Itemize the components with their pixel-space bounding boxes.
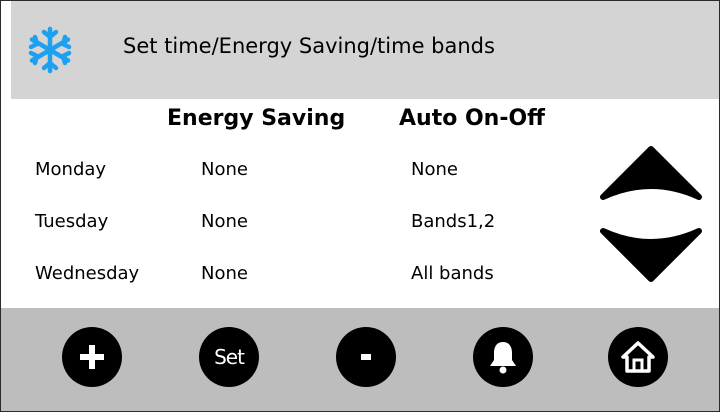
bell-icon <box>490 342 516 374</box>
column-header-energy-saving: Energy Saving <box>167 106 346 131</box>
plus-icon <box>80 345 104 369</box>
row-day-wednesday: Wednesday <box>35 263 140 284</box>
chevron-up-icon[interactable] <box>599 141 703 205</box>
snowflake-icon <box>28 26 72 74</box>
row-energy-saving-wednesday[interactable]: None <box>201 263 248 284</box>
minus-icon <box>361 354 371 360</box>
row-energy-saving-monday[interactable]: None <box>201 159 248 180</box>
column-header-auto-on-off: Auto On-Off <box>399 106 545 131</box>
screen-frame: Set time/Energy Saving/time bands Energy… <box>0 0 720 412</box>
plus-button[interactable] <box>62 327 122 387</box>
set-button-label: Set <box>214 345 245 369</box>
row-auto-on-off-monday[interactable]: None <box>411 159 458 180</box>
bell-button[interactable] <box>473 327 533 387</box>
header-bar: Set time/Energy Saving/time bands <box>11 1 719 99</box>
row-day-monday: Monday <box>35 159 107 180</box>
home-icon <box>621 341 655 373</box>
row-day-tuesday: Tuesday <box>35 211 109 232</box>
set-button[interactable]: Set <box>199 327 259 387</box>
minus-button[interactable] <box>336 327 396 387</box>
row-auto-on-off-tuesday[interactable]: Bands1,2 <box>411 211 495 232</box>
row-auto-on-off-wednesday[interactable]: All bands <box>411 263 494 284</box>
row-energy-saving-tuesday[interactable]: None <box>201 211 248 232</box>
home-button[interactable] <box>608 327 668 387</box>
chevron-down-icon[interactable] <box>599 223 703 287</box>
header-left-strip <box>1 1 11 99</box>
page-title: Set time/Energy Saving/time bands <box>123 34 495 58</box>
